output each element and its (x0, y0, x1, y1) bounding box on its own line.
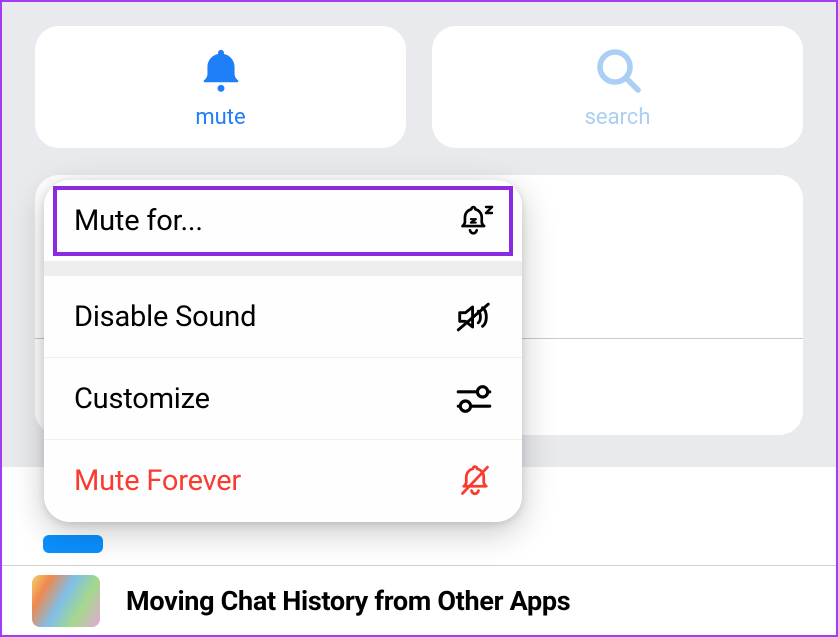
menu-item-label: Mute Forever (74, 464, 241, 498)
blue-chip (43, 535, 103, 553)
menu-item-customize[interactable]: Customize (44, 358, 522, 440)
menu-item-mute-forever[interactable]: Mute Forever (44, 440, 522, 522)
chat-thumbnail (32, 575, 100, 627)
snooze-bell-icon (454, 203, 494, 239)
bell-icon (199, 45, 243, 95)
menu-item-disable-sound[interactable]: Disable Sound (44, 276, 522, 358)
speaker-mute-icon (454, 299, 494, 335)
sliders-icon (454, 383, 494, 415)
chat-list-row[interactable]: Moving Chat History from Other Apps (2, 565, 836, 635)
search-icon (594, 45, 642, 95)
menu-item-label: Customize (74, 382, 210, 416)
menu-item-label: Disable Sound (74, 300, 256, 334)
chat-title: Moving Chat History from Other Apps (126, 585, 570, 617)
menu-item-label: Mute for... (74, 204, 203, 238)
menu-item-mute-for[interactable]: Mute for... (44, 180, 522, 262)
search-button[interactable]: search (432, 26, 803, 148)
mute-button[interactable]: mute (35, 26, 406, 148)
bell-off-icon (456, 463, 494, 499)
mute-context-menu: Mute for... Disable Sound (44, 180, 522, 522)
search-button-label: search (585, 105, 651, 130)
top-actions-row: mute search (35, 26, 803, 148)
mute-button-label: mute (195, 105, 245, 130)
menu-separator (44, 262, 522, 276)
